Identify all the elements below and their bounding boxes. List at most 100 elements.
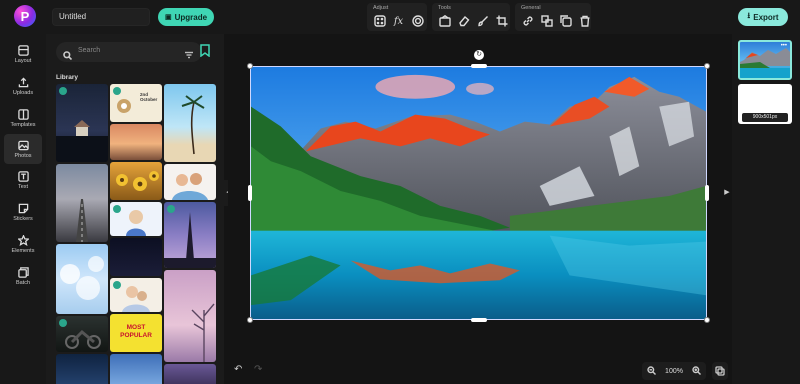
upgrade-button[interactable]: ▣ Upgrade [158,8,214,26]
rail-item-text[interactable]: Text [4,166,42,194]
history-controls: ↶ ↷ [228,362,274,380]
thumb-cyclist-ad[interactable]: 2nd October [110,84,162,122]
resize-handle-bottom[interactable] [471,318,487,322]
rail-label: Templates [10,121,36,128]
thumb-night-stars[interactable] [56,354,108,384]
premium-badge-icon [59,87,67,95]
search-input[interactable]: Search [78,47,100,54]
elements-icon [17,234,29,246]
upgrade-icon: ▣ [164,14,172,21]
thumb-tree-pink[interactable] [164,270,216,362]
rail-item-layout[interactable]: Layout [4,40,42,68]
thumb-purple-bottom[interactable] [164,364,216,384]
delete-icon[interactable] [578,15,591,28]
thumb-most-popular[interactable]: MOST POPULAR [110,314,162,352]
thumb-palm-beach[interactable] [164,84,216,162]
templates-icon [17,108,29,120]
page-thumb-2[interactable]: 900x501px [738,84,792,124]
toolbar-group-label: Tools [438,5,451,11]
thumb-road[interactable] [56,164,108,242]
thumb-popular-text: MOST POPULAR [120,324,152,339]
premium-badge-icon [113,281,121,289]
layers-icon [715,366,725,376]
document-title-input[interactable]: Untitled [52,8,150,26]
batch-icon [17,266,29,278]
left-rail: Layout Uploads Templates Photos Text Sti… [0,34,46,384]
thumb-child[interactable] [110,202,162,236]
pages-panel: ••• 900x501px [732,34,800,384]
duplicate-icon[interactable] [559,15,572,28]
logo-letter: P [20,8,30,24]
premium-badge-icon [113,87,121,95]
thumb-sunset-sky[interactable] [110,124,162,160]
eraser-icon[interactable] [457,15,470,28]
brush-icon[interactable] [476,15,489,28]
premium-badge-icon [59,319,67,327]
fx-icon[interactable]: fx [392,15,405,28]
resize-handle-top-left[interactable] [247,63,253,69]
thumb-selfie-friends[interactable] [164,164,216,200]
editor-root: P Untitled ▣ Upgrade Adjust fx Tools Gen… [0,0,800,384]
layout-icon [17,44,29,56]
premium-badge-icon [113,205,121,213]
resize-handle-top-right[interactable] [704,63,710,69]
rail-item-elements[interactable]: Elements [4,230,42,258]
search-icon [63,47,73,61]
thumb-clouds[interactable] [56,244,108,314]
thumb-motorcycle[interactable] [56,316,108,352]
text-icon [17,170,29,182]
resize-handle-left[interactable] [248,185,252,201]
export-label: Export [753,12,779,22]
rail-label: Stickers [13,215,33,222]
export-button[interactable]: ⭳ Export [738,8,788,26]
app-logo[interactable]: P [14,5,36,27]
resize-handle-bottom-left[interactable] [247,317,253,323]
rail-item-batch[interactable]: Batch [4,262,42,290]
thumb-dark-sky[interactable] [110,238,162,276]
collapse-panel-right-button[interactable]: ▶ [722,180,732,206]
toolbar-group-adjust: Adjust fx [367,3,427,31]
resize-handle-bottom-right[interactable] [704,317,710,323]
cutout-icon[interactable] [438,14,451,28]
undo-icon[interactable]: ↶ [234,364,242,375]
layers-button[interactable] [712,362,728,380]
toolbar-group-label: Adjust [373,5,389,11]
upgrade-label: Upgrade [174,12,208,22]
thumb-baby[interactable] [110,278,162,312]
rail-label: Uploads [12,89,34,96]
filter-icon[interactable] [411,15,424,28]
thumb-blue-bottom[interactable] [110,354,162,384]
thumb-sunflowers[interactable] [110,162,162,200]
group-icon[interactable] [540,15,553,28]
upload-icon [18,76,28,87]
rail-item-photos[interactable]: Photos [4,134,42,164]
stickers-icon [18,203,28,213]
bookmark-icon[interactable] [200,44,212,58]
rail-item-templates[interactable]: Templates [4,104,42,132]
page-thumb-1[interactable]: ••• [738,40,792,80]
zoom-out-icon[interactable] [647,362,656,380]
toolbar-group-general: General [515,3,591,31]
thumb-ad-text: 2nd October [140,92,158,102]
page-menu-icon[interactable]: ••• [781,43,787,49]
zoom-level[interactable]: 100% [665,368,683,375]
filter-sliders-icon[interactable] [184,47,194,59]
rail-item-stickers[interactable]: Stickers [4,198,42,226]
rotate-handle-icon[interactable]: ↻ [474,50,484,60]
thumb-paris-tower[interactable] [164,202,216,268]
resize-handle-right[interactable] [705,185,709,201]
search-box[interactable]: Search [56,42,202,62]
page-size-label: 900x501px [742,113,788,122]
zoom-control: 100% [642,362,706,380]
link-icon[interactable] [521,15,534,28]
canvas-area: ↻ [228,34,732,384]
thumb-night-house[interactable] [56,84,108,162]
resize-handle-top[interactable] [471,64,487,68]
rail-item-uploads[interactable]: Uploads [4,72,42,100]
zoom-in-icon[interactable] [692,362,701,380]
adjust-grid-icon[interactable] [373,15,386,28]
canvas-photo[interactable] [250,66,707,320]
crop-icon[interactable] [495,15,508,28]
library-panel: Search Library 2nd October MOST POPULAR [46,34,224,384]
redo-icon[interactable]: ↷ [254,364,262,375]
